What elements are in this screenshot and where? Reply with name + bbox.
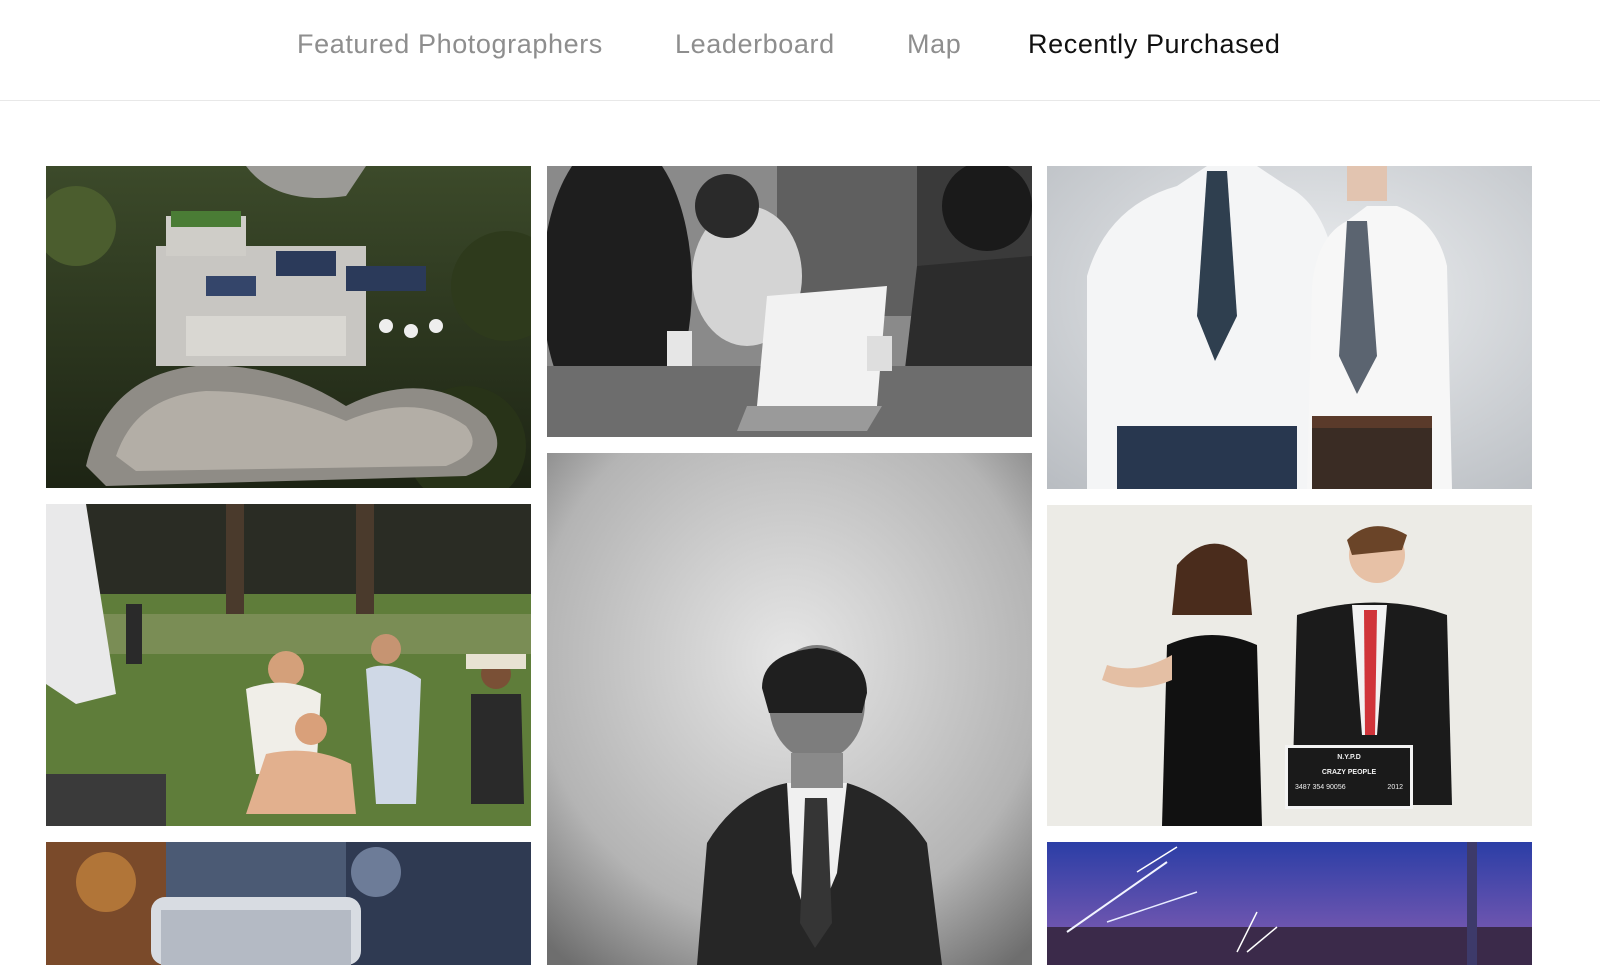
tab-featured-photographers[interactable]: Featured Photographers [297,26,603,62]
photo-image [1047,842,1532,965]
mugshot-placard: N.Y.P.D CRAZY PEOPLE 3487 354 90056 2012 [1285,745,1413,809]
top-navigation: Featured Photographers Leaderboard Map R… [0,0,1600,101]
photo-aerial-mansion[interactable] [46,166,531,488]
photo-mugshot-couple[interactable]: N.Y.P.D CRAZY PEOPLE 3487 354 90056 2012 [1047,505,1532,826]
photo-glass-jar[interactable] [46,842,531,965]
tab-leaderboard[interactable]: Leaderboard [675,26,835,62]
placard-line: 3487 354 90056 [1295,784,1346,791]
photo-image [1047,166,1532,489]
photo-image [547,453,1032,965]
placard-line: CRAZY PEOPLE [1321,769,1377,776]
photo-man-suit[interactable] [547,453,1032,965]
photo-image [46,842,531,965]
photo-image [547,166,1032,437]
photo-image [46,504,531,826]
photo-men-ties[interactable] [1047,166,1532,489]
tab-map[interactable]: Map [907,26,961,62]
tab-recently-purchased[interactable]: Recently Purchased [1028,26,1280,62]
photo-image [46,166,531,488]
photo-friends-park[interactable] [46,504,531,826]
placard-line: N.Y.P.D [1337,754,1361,761]
photo-sparklers[interactable] [1047,842,1532,965]
photo-cafe-laptop[interactable] [547,166,1032,437]
placard-line: 2012 [1387,784,1403,791]
